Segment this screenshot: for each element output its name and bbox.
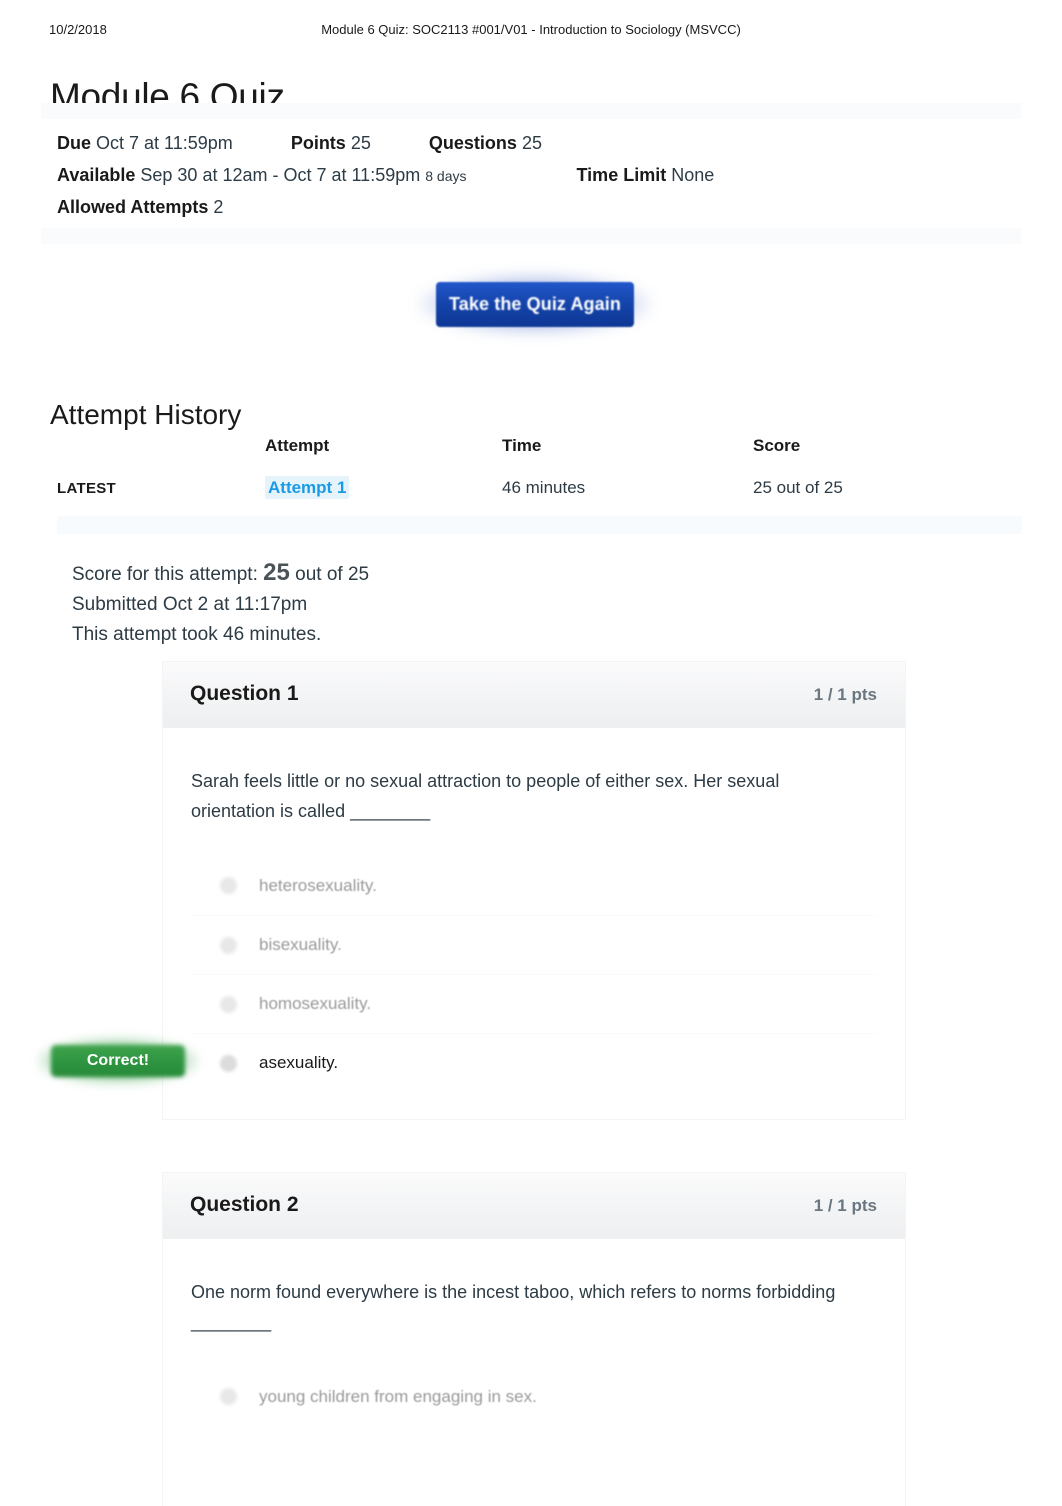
question-block-1: Question 1 1 / 1 pts Sarah feels little … [163,662,905,1119]
question-2-title: Question 2 [190,1193,299,1216]
radio-button-icon[interactable] [220,995,237,1013]
cell-time: 46 minutes [502,478,586,497]
answer-label: bisexuality. [259,935,342,954]
meta-divider-top [41,103,1021,119]
submitted-line: Submitted Oct 2 at 11:17pm [72,594,308,615]
answer-option[interactable]: bisexuality. [191,915,877,974]
allowed-attempts-value: 2 [213,197,224,217]
question-2-body: One norm found everywhere is the incest … [163,1239,905,1426]
cell-score: 25 out of 25 [753,478,843,497]
question-1-title: Question 1 [190,682,299,705]
print-document-title: Module 6 Quiz: SOC2113 #001/V01 - Introd… [321,22,741,37]
questions-value: 25 [521,133,542,153]
score-prefix: Score for this attempt: [72,564,258,585]
radio-button-icon[interactable] [220,1388,237,1405]
question-1-text: Sarah feels little or no sexual attracti… [191,771,780,821]
meta-row-due: Due Oct 7 at 11:59pm Points 25 Questions… [57,127,1017,159]
radio-button-icon[interactable] [220,1054,237,1072]
score-suffix: out of 25 [295,564,370,585]
question-2-points: 1 / 1 pts [813,1196,877,1215]
score-line: Score for this attempt: 25 out of 25 [72,558,369,590]
column-header-score: Score [753,436,801,455]
score-summary: Score for this attempt: 25 out of 25 Sub… [72,558,369,650]
answer-option[interactable]: young children from engaging in sex. [191,1367,877,1426]
answer-label: asexuality. [259,1053,339,1072]
table-header-row: Attempt Time Score [57,430,1022,478]
column-header-attempt: Attempt [265,436,330,455]
attempt-history-heading: Attempt History [50,399,242,431]
correct-badge-label: Correct! [86,1052,150,1069]
answer-label: heterosexuality. [259,875,377,895]
available-value: Sep 30 at 12am - Oct 7 at 11:59pm [140,165,421,185]
meta-divider-bottom [41,228,1021,244]
score-value: 25 [263,559,290,586]
time-limit-label: Time Limit [576,165,667,185]
allowed-attempts-label: Allowed Attempts [57,197,209,217]
answer-option[interactable]: homosexuality. [191,974,877,1033]
question-block-2: Question 2 1 / 1 pts One norm found ever… [163,1173,905,1506]
available-duration: 8 days [425,168,467,184]
due-label: Due [57,133,92,153]
question-1-answers: heterosexuality. bisexuality. homosexual… [191,856,877,1092]
question-2-answers: young children from engaging in sex. [191,1367,877,1426]
time-limit-value: None [671,165,715,185]
question-1-body: Sarah feels little or no sexual attracti… [163,728,905,1092]
question-2-header: Question 2 1 / 1 pts [163,1173,905,1239]
radio-button-icon[interactable] [220,936,237,954]
meta-row-available: Available Sep 30 at 12am - Oct 7 at 11:5… [57,159,1017,191]
answer-option[interactable]: heterosexuality. [191,856,877,915]
question-1-points: 1 / 1 pts [813,685,877,704]
take-quiz-again-container: Take the Quiz Again [417,272,653,336]
questions-label: Questions [428,133,517,153]
column-header-kept [57,430,265,478]
duration-line: This attempt took 46 minutes. [72,624,322,645]
answer-label: homosexuality. [259,994,372,1013]
attempt-history-divider [57,516,1022,534]
meta-row-attempts: Allowed Attempts 2 [57,191,1017,223]
points-label: Points [290,133,346,153]
column-header-time: Time [502,436,542,455]
correct-badge: Correct! [38,1038,198,1084]
answer-label: young children from engaging in sex. [259,1386,537,1406]
latest-badge: LATEST [57,480,117,497]
points-value: 25 [350,133,371,153]
available-label: Available [57,165,136,185]
quiz-metadata: Due Oct 7 at 11:59pm Points 25 Questions… [57,127,1017,223]
answer-option-selected[interactable]: asexuality. [191,1033,877,1092]
due-value: Oct 7 at 11:59pm [96,133,233,153]
radio-button-icon[interactable] [220,877,237,894]
attempt-history-table: Attempt Time Score LATEST Attempt 1 46 m… [57,430,1022,512]
question-1-header: Question 1 1 / 1 pts [163,662,905,728]
print-header: 10/2/2018 Module 6 Quiz: SOC2113 #001/V0… [0,22,1062,40]
cell-kept: LATEST [57,478,265,512]
question-2-text: One norm found everywhere is the incest … [191,1282,836,1332]
cell-attempt: Attempt 1 [265,476,502,512]
attempt-1-link[interactable]: Attempt 1 [265,476,350,499]
take-quiz-again-button[interactable]: Take the Quiz Again [436,282,634,327]
table-row: LATEST Attempt 1 46 minutes 25 out of 25 [57,476,1022,512]
